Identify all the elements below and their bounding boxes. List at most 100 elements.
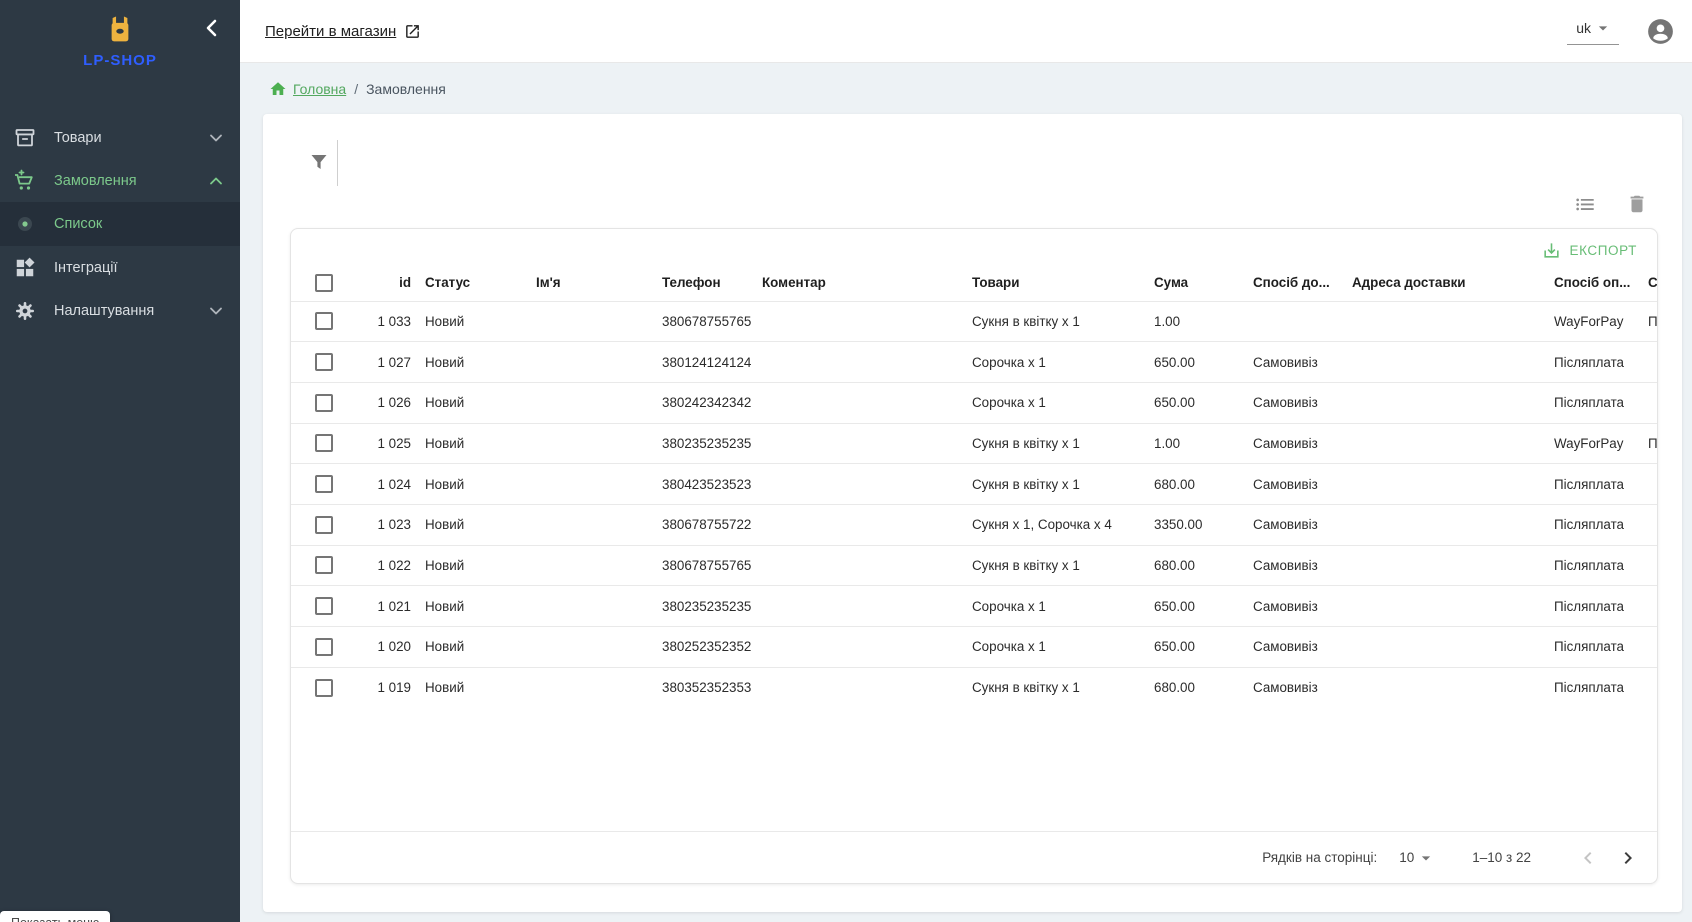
home-icon: [269, 80, 287, 98]
sidebar-item-orders-list[interactable]: Список: [0, 202, 240, 246]
table-row[interactable]: 1 026Новий380242342342Сорочка х 1650.00С…: [291, 382, 1657, 423]
column-header-delivery[interactable]: Спосіб до...: [1253, 265, 1352, 301]
user-menu-button[interactable]: [1647, 18, 1674, 45]
cell-phone: 380678755765: [662, 545, 762, 586]
table-row[interactable]: 1 033Новий380678755765Сукня в квітку х 1…: [291, 301, 1657, 342]
cell-name: [536, 545, 662, 586]
chevron-down-icon: [1416, 848, 1436, 868]
row-select-cell: [291, 627, 371, 668]
row-checkbox[interactable]: [315, 638, 333, 656]
topbar: Перейти в магазин uk: [240, 0, 1692, 63]
cell-delivery: Самовивіз: [1253, 342, 1352, 383]
cell-payment: Післяплата: [1554, 545, 1648, 586]
column-header-payment[interactable]: Спосіб оп...: [1554, 265, 1648, 301]
next-page-button[interactable]: [1615, 845, 1641, 871]
sidebar-item-label: Інтеграції: [54, 260, 226, 276]
cell-payment: WayForPay: [1554, 423, 1648, 464]
cell-sum: 680.00: [1154, 667, 1253, 708]
cell-status: Новий: [425, 545, 536, 586]
row-checkbox[interactable]: [315, 475, 333, 493]
export-button[interactable]: ЕКСПОРТ: [1534, 237, 1645, 264]
row-checkbox[interactable]: [315, 353, 333, 371]
list-actions: [263, 188, 1682, 220]
column-header-products[interactable]: Товари: [972, 265, 1154, 301]
cell-payment: Післяплата: [1554, 504, 1648, 545]
row-checkbox[interactable]: [315, 597, 333, 615]
cell-comment: [762, 342, 972, 383]
row-checkbox[interactable]: [315, 516, 333, 534]
sidebar-item-label: Замовлення: [54, 173, 206, 189]
cell-id: 1 023: [371, 504, 425, 545]
cell-comment: [762, 423, 972, 464]
column-header-address[interactable]: Адреса доставки: [1352, 265, 1554, 301]
table-row[interactable]: 1 020Новий380252352352Сорочка х 1650.00С…: [291, 627, 1657, 668]
column-header-status[interactable]: Статус: [425, 265, 536, 301]
cell-products: Сорочка х 1: [972, 627, 1154, 668]
table-row[interactable]: 1 021Новий380235235235Сорочка х 1650.00С…: [291, 586, 1657, 627]
language-select[interactable]: uk: [1566, 18, 1619, 45]
filter-icon: [307, 150, 331, 174]
column-header-comment[interactable]: Коментар: [762, 265, 972, 301]
cell-phone: 380252352352: [662, 627, 762, 668]
cell-name: [536, 586, 662, 627]
rows-per-page-select[interactable]: 10: [1399, 848, 1436, 868]
breadcrumb: Головна / Замовлення: [263, 63, 1682, 114]
prev-page-button[interactable]: [1575, 845, 1601, 871]
cell-sum: 650.00: [1154, 342, 1253, 383]
cell-payment_status: [1648, 667, 1657, 708]
cell-id: 1 025: [371, 423, 425, 464]
sidebar-item-settings[interactable]: Налаштування: [0, 289, 240, 332]
cell-name: [536, 504, 662, 545]
table-row[interactable]: 1 025Новий380235235235Сукня в квітку х 1…: [291, 423, 1657, 464]
sidebar-item-products[interactable]: Товари: [0, 116, 240, 159]
cell-products: Сукня х 1, Сорочка х 4: [972, 504, 1154, 545]
cell-products: Сукня в квітку х 1: [972, 423, 1154, 464]
row-checkbox[interactable]: [315, 394, 333, 412]
cell-phone: 380235235235: [662, 423, 762, 464]
sidebar-item-integrations[interactable]: Інтеграції: [0, 246, 240, 289]
sidebar-item-label: Товари: [54, 130, 206, 146]
row-checkbox[interactable]: [315, 312, 333, 330]
breadcrumb-home-link[interactable]: Головна: [269, 80, 346, 98]
select-all-checkbox[interactable]: [315, 274, 333, 292]
row-checkbox[interactable]: [315, 679, 333, 697]
sidebar-item-label: Список: [54, 216, 226, 232]
cell-payment_status: [1648, 342, 1657, 383]
table-row[interactable]: 1 027Новий380124124124Сорочка х 1650.00С…: [291, 342, 1657, 383]
shopping-bag-icon: [105, 14, 135, 46]
cell-id: 1 026: [371, 382, 425, 423]
cell-address: [1352, 667, 1554, 708]
cell-address: [1352, 504, 1554, 545]
column-header-id[interactable]: id: [371, 265, 425, 301]
filter-divider: [337, 140, 338, 186]
column-header-name[interactable]: Ім'я: [536, 265, 662, 301]
cell-status: Новий: [425, 301, 536, 342]
column-header-payment_status[interactable]: Ст: [1648, 265, 1657, 301]
cell-payment_status: Пі: [1648, 301, 1657, 342]
cell-payment_status: [1648, 504, 1657, 545]
filter-button[interactable]: [307, 150, 331, 174]
column-header-sum[interactable]: Сума: [1154, 265, 1253, 301]
cell-products: Сорочка х 1: [972, 586, 1154, 627]
sidebar-item-orders[interactable]: Замовлення: [0, 159, 240, 202]
table-row[interactable]: 1 023Новий380678755722Сукня х 1, Сорочка…: [291, 504, 1657, 545]
table-row[interactable]: 1 019Новий380352352353Сукня в квітку х 1…: [291, 667, 1657, 708]
column-header-phone[interactable]: Телефон: [662, 265, 762, 301]
columns-list-button[interactable]: [1574, 193, 1596, 215]
chevron-left-icon: [200, 16, 224, 40]
table-row[interactable]: 1 024Новий380423523523Сукня в квітку х 1…: [291, 464, 1657, 505]
cell-payment: Післяплата: [1554, 667, 1648, 708]
delete-button[interactable]: [1626, 193, 1648, 215]
logo-text: LP-SHOP: [0, 52, 240, 69]
row-checkbox[interactable]: [315, 556, 333, 574]
table-row[interactable]: 1 022Новий380678755765Сукня в квітку х 1…: [291, 545, 1657, 586]
row-checkbox[interactable]: [315, 434, 333, 452]
breadcrumb-home-label[interactable]: Головна: [293, 81, 346, 97]
cell-delivery: Самовивіз: [1253, 586, 1352, 627]
account-icon: [1647, 18, 1674, 45]
row-select-cell: [291, 423, 371, 464]
sidebar-collapse-button[interactable]: [200, 16, 224, 40]
content: Головна / Замовлення: [240, 63, 1692, 922]
cell-status: Новий: [425, 382, 536, 423]
store-link[interactable]: Перейти в магазин: [265, 23, 421, 40]
